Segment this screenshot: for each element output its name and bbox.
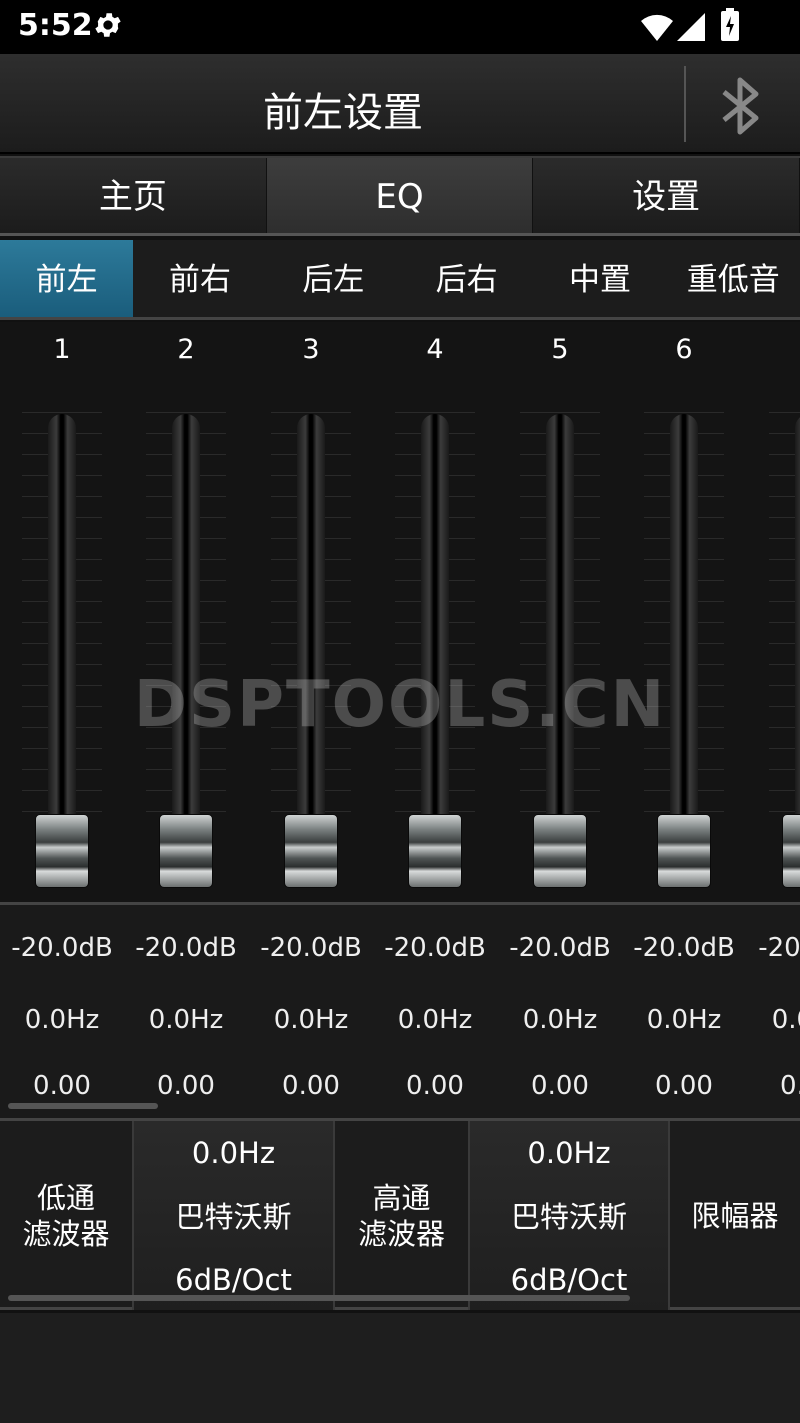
eq-band: 6 bbox=[622, 322, 746, 902]
lowpass-filter-settings: 0.0Hz 巴特沃斯 6dB/Oct bbox=[134, 1121, 335, 1310]
eq-band-values: -20.0dB 0.0Hz 0.00 bbox=[622, 905, 746, 1118]
channel-tab-front-right[interactable]: 前右 bbox=[133, 240, 266, 317]
eq-values-panel: -20.0dB 0.0Hz 0.00 -20.0dB 0.0Hz 0.00 -2… bbox=[0, 902, 800, 1118]
eq-band: 1 bbox=[0, 322, 124, 902]
title-bar: 前左设置 bbox=[0, 54, 800, 154]
limiter-button[interactable]: 限幅器 bbox=[670, 1121, 800, 1310]
page-title: 前左设置 bbox=[263, 90, 423, 136]
highpass-filter-label[interactable]: 高通 滤波器 bbox=[335, 1121, 470, 1310]
lowpass-filter-label[interactable]: 低通 滤波器 bbox=[0, 1121, 134, 1310]
eq-gain-value[interactable]: -20.0dB bbox=[124, 933, 248, 963]
signal-icon bbox=[677, 13, 705, 41]
eq-band-number: 3 bbox=[302, 334, 320, 365]
limiter-label: 限幅器 bbox=[691, 1198, 779, 1233]
lowpass-freq[interactable]: 0.0Hz bbox=[192, 1135, 275, 1171]
channel-tab-rear-left[interactable]: 后左 bbox=[267, 240, 400, 317]
eq-q-value[interactable]: 0.00 bbox=[124, 1071, 248, 1101]
horizontal-scrollbar[interactable] bbox=[8, 1295, 630, 1301]
eq-band-number: 2 bbox=[177, 334, 195, 365]
eq-slider-track[interactable] bbox=[795, 414, 800, 834]
eq-slider-track[interactable] bbox=[670, 414, 698, 834]
eq-band-number: 6 bbox=[675, 334, 693, 365]
tab-eq[interactable]: EQ bbox=[266, 158, 534, 233]
eq-band-number: 4 bbox=[426, 334, 444, 365]
eq-gain-value[interactable]: -20.0dB bbox=[249, 933, 373, 963]
eq-q-value[interactable]: 0.00 bbox=[373, 1071, 497, 1101]
tab-home[interactable]: 主页 bbox=[0, 158, 267, 233]
gear-icon bbox=[95, 13, 121, 37]
main-tabs: 主页 EQ 设置 bbox=[0, 156, 800, 236]
eq-gain-value[interactable]: -20.0dB bbox=[498, 933, 622, 963]
lowpass-type[interactable]: 巴特沃斯 bbox=[175, 1199, 291, 1235]
lowpass-label-line1: 低通 bbox=[36, 1180, 95, 1215]
eq-slider-track[interactable] bbox=[421, 414, 449, 834]
lowpass-slope[interactable]: 6dB/Oct bbox=[175, 1262, 292, 1298]
eq-freq-value[interactable]: 0.0Hz bbox=[249, 1005, 373, 1035]
tab-settings[interactable]: 设置 bbox=[533, 158, 800, 233]
channel-tabs: 前左 前右 后左 后右 中置 重低音 bbox=[0, 240, 800, 320]
eq-band-values: -20.0dB 0.0Hz 0.00 bbox=[498, 905, 622, 1118]
eq-slider-track[interactable] bbox=[546, 414, 574, 834]
eq-gain-value[interactable]: -20.0dB bbox=[0, 933, 124, 963]
eq-band-values: -20.0dB 0.0Hz 0.00 bbox=[124, 905, 248, 1118]
bottom-area bbox=[0, 1313, 800, 1423]
bluetooth-icon[interactable] bbox=[708, 74, 772, 138]
highpass-slope[interactable]: 6dB/Oct bbox=[511, 1262, 628, 1298]
channel-tab-center[interactable]: 中置 bbox=[533, 240, 666, 317]
eq-band-values: -20.0dB 0.0Hz 0.00 bbox=[373, 905, 497, 1118]
eq-q-value[interactable]: 0.00 bbox=[747, 1071, 800, 1101]
title-divider bbox=[684, 66, 686, 142]
eq-freq-value[interactable]: 0.0Hz bbox=[373, 1005, 497, 1035]
eq-slider-knob[interactable] bbox=[533, 814, 587, 888]
eq-band-number: 5 bbox=[551, 334, 569, 365]
eq-freq-value[interactable]: 0.0Hz bbox=[0, 1005, 124, 1035]
eq-band: 5 bbox=[498, 322, 622, 902]
eq-slider-knob[interactable] bbox=[284, 814, 338, 888]
eq-band: 3 bbox=[249, 322, 373, 902]
channel-tab-rear-right[interactable]: 后右 bbox=[400, 240, 533, 317]
eq-q-value[interactable]: 0.00 bbox=[622, 1071, 746, 1101]
eq-freq-value[interactable]: 0.0Hz bbox=[498, 1005, 622, 1035]
highpass-label-line1: 高通 bbox=[372, 1180, 431, 1215]
battery-icon bbox=[721, 8, 739, 41]
eq-sliders-panel: 1 2 3 4 5 6 DSPTOOLS.CN bbox=[0, 322, 800, 902]
wifi-icon bbox=[641, 14, 673, 42]
channel-tab-front-left[interactable]: 前左 bbox=[0, 240, 134, 317]
eq-band-values: -20.0dB 0.0Hz 0.00 bbox=[747, 905, 800, 1118]
eq-band-values: -20.0dB 0.0Hz 0.00 bbox=[0, 905, 124, 1118]
highpass-filter-settings: 0.0Hz 巴特沃斯 6dB/Oct bbox=[470, 1121, 670, 1310]
eq-freq-value[interactable]: 0.0Hz bbox=[622, 1005, 746, 1035]
eq-q-value[interactable]: 0.00 bbox=[0, 1071, 124, 1101]
eq-freq-value[interactable]: 0.0Hz bbox=[747, 1005, 800, 1035]
eq-slider-track[interactable] bbox=[172, 414, 200, 834]
eq-slider-knob[interactable] bbox=[159, 814, 213, 888]
eq-band-number: 1 bbox=[53, 334, 71, 365]
filters-panel: 低通 滤波器 0.0Hz 巴特沃斯 6dB/Oct 高通 滤波器 0.0Hz 巴… bbox=[0, 1118, 800, 1310]
eq-slider-track[interactable] bbox=[297, 414, 325, 834]
eq-slider-knob[interactable] bbox=[35, 814, 89, 888]
highpass-freq[interactable]: 0.0Hz bbox=[527, 1135, 610, 1171]
eq-slider-knob[interactable] bbox=[657, 814, 711, 888]
status-bar: 5:52 bbox=[0, 0, 800, 54]
eq-freq-value[interactable]: 0.0Hz bbox=[124, 1005, 248, 1035]
eq-q-value[interactable]: 0.00 bbox=[249, 1071, 373, 1101]
eq-slider-track[interactable] bbox=[48, 414, 76, 834]
highpass-type[interactable]: 巴特沃斯 bbox=[511, 1199, 627, 1235]
horizontal-scrollbar[interactable] bbox=[8, 1103, 158, 1109]
channel-tab-subwoofer[interactable]: 重低音 bbox=[667, 240, 800, 317]
eq-band bbox=[747, 322, 800, 902]
eq-slider-knob[interactable] bbox=[782, 814, 800, 888]
eq-band: 2 bbox=[124, 322, 248, 902]
eq-gain-value[interactable]: -20.0dB bbox=[373, 933, 497, 963]
eq-gain-value[interactable]: -20.0dB bbox=[622, 933, 746, 963]
lowpass-label-line2: 滤波器 bbox=[22, 1216, 110, 1251]
highpass-label-line2: 滤波器 bbox=[357, 1216, 445, 1251]
watermark: DSPTOOLS.CN bbox=[133, 668, 667, 742]
status-time: 5:52 bbox=[18, 8, 93, 43]
eq-band-values: -20.0dB 0.0Hz 0.00 bbox=[249, 905, 373, 1118]
eq-band: 4 bbox=[373, 322, 497, 902]
eq-gain-value[interactable]: -20.0dB bbox=[747, 933, 800, 963]
eq-slider-knob[interactable] bbox=[408, 814, 462, 888]
eq-q-value[interactable]: 0.00 bbox=[498, 1071, 622, 1101]
